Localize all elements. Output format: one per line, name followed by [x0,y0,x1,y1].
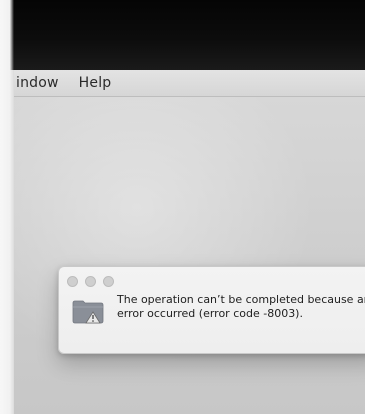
error-message: The operation can’t be completed because… [117,293,365,320]
menu-help[interactable]: Help [79,75,112,91]
minimize-button[interactable] [85,276,96,287]
desktop-background [14,97,365,414]
error-dialog: The operation can’t be completed because… [58,266,365,354]
window-controls [67,276,114,287]
screen-edge [0,0,14,414]
screen-photo: indow Help The operation can’t be comple… [0,0,365,414]
zoom-button[interactable] [103,276,114,287]
menu-bar: indow Help [14,70,365,97]
menu-window[interactable]: indow [16,75,59,91]
close-button[interactable] [67,276,78,287]
monitor-bezel [0,0,365,70]
folder-warning-icon [72,300,104,324]
